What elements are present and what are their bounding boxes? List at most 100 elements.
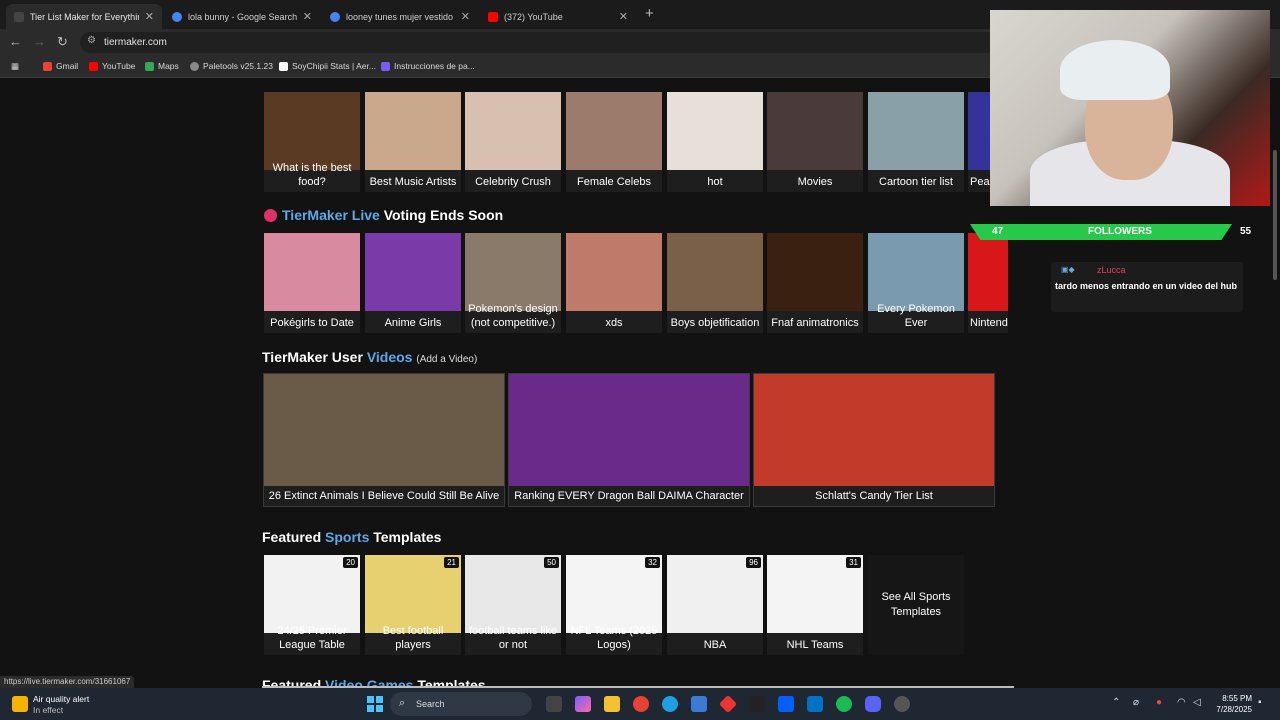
gmail-icon (43, 61, 52, 71)
copilot-icon[interactable] (575, 696, 591, 712)
template-card[interactable]: Best Music Artists (365, 92, 461, 192)
bookmark-instrucciones[interactable]: Instrucciones de pa... (381, 61, 475, 71)
card-label: Anime Girls (384, 317, 442, 329)
obs-icon[interactable] (894, 696, 910, 712)
sports-link[interactable]: Sports (325, 529, 369, 545)
bookmark-paletools[interactable]: Paletools v25.1.23 (190, 61, 273, 71)
live-template-card[interactable]: Nintend (968, 233, 1008, 333)
discord-icon[interactable] (865, 696, 881, 712)
template-card[interactable]: Movies (767, 92, 863, 192)
followers-label: FOLLOWERS (1088, 226, 1152, 237)
microphone-icon[interactable]: ● (1156, 697, 1162, 708)
app-icon[interactable] (749, 696, 765, 712)
live-template-card[interactable]: Pokemon's design (not competitive.) (465, 233, 561, 333)
sports-template-card[interactable]: 31 NHL Teams (767, 555, 863, 655)
close-tab-icon[interactable]: ✕ (619, 10, 628, 23)
card-label: football teams like or not (468, 625, 558, 651)
forward-arrow-icon[interactable]: → (33, 34, 46, 49)
address-bar[interactable]: ⚙ tiermaker.com (80, 32, 1000, 53)
tab-title: looney tunes mujer vestido ros (346, 11, 455, 22)
video-card[interactable]: 26 Extinct Animals I Believe Could Still… (263, 373, 505, 507)
taskbar-clock[interactable]: 8:55 PM 7/28/2025 (1212, 693, 1252, 715)
live-template-card[interactable]: Anime Girls (365, 233, 461, 333)
tab-tiermaker[interactable]: Tier List Maker for Everything - ✕ (6, 4, 162, 29)
template-card[interactable]: hot (667, 92, 763, 192)
dropbox-icon[interactable] (778, 696, 794, 712)
card-thumbnail (465, 92, 561, 170)
site-icon (279, 61, 288, 71)
windows-start-icon[interactable] (367, 696, 383, 712)
task-view-icon[interactable] (546, 696, 562, 712)
close-tab-icon[interactable]: ✕ (145, 10, 154, 23)
live-link[interactable]: TierMaker Live (282, 207, 380, 223)
sports-template-card[interactable]: 50 football teams like or not (465, 555, 561, 655)
bookmark-label: SoyChipii Stats | Aer... (292, 61, 376, 71)
taskbar-search[interactable]: ⌕ Search (390, 692, 532, 716)
weather-widget[interactable]: Air quality alert In effect (33, 694, 89, 716)
template-card[interactable]: Celebrity Crush (465, 92, 561, 192)
card-thumbnail (566, 233, 662, 311)
live-template-card[interactable]: Every Pokemon Ever (868, 233, 964, 333)
volume-icon[interactable]: ◁ (1193, 697, 1201, 708)
tab-google-search-2[interactable]: looney tunes mujer vestido ros ✕ (322, 4, 478, 29)
close-tab-icon[interactable]: ✕ (461, 10, 470, 23)
card-thumbnail (968, 92, 990, 170)
template-card[interactable]: Pea (968, 92, 990, 192)
address-url: tiermaker.com (104, 37, 167, 48)
sports-template-card[interactable]: 96 NBA (667, 555, 763, 655)
live-template-card[interactable]: Pokégirls to Date (264, 233, 360, 333)
list-icon (381, 61, 390, 71)
bookmark-label: Gmail (56, 61, 79, 71)
template-card[interactable]: What is the best food? (264, 92, 360, 192)
item-count-badge: 96 (746, 557, 761, 568)
card-label: Celebrity Crush (475, 176, 551, 188)
template-card[interactable]: Cartoon tier list (868, 92, 964, 192)
vertical-scrollbar[interactable] (1271, 80, 1279, 686)
store-icon[interactable] (691, 696, 707, 712)
network-off-icon[interactable]: ⌀ (1133, 697, 1139, 708)
wifi-icon[interactable]: ◠ (1177, 697, 1186, 708)
apps-grid-icon[interactable]: ▦ (11, 61, 19, 72)
tray-chevron-icon[interactable]: ⌃ (1112, 697, 1120, 708)
sports-template-card[interactable]: 21 Best football players (365, 555, 461, 655)
video-card[interactable]: Schlatt's Candy Tier List (753, 373, 995, 507)
live-template-card[interactable]: xds (566, 233, 662, 333)
see-all-sports-link[interactable]: See All Sports Templates (868, 555, 964, 655)
chrome-icon[interactable] (633, 696, 649, 712)
notification-bell-icon[interactable]: ▪ (1258, 697, 1262, 708)
tab-google-search[interactable]: lola bunny - Google Search ✕ (164, 4, 320, 29)
bookmark-youtube[interactable]: YouTube (89, 61, 135, 71)
outlook-icon[interactable] (807, 696, 823, 712)
tab-youtube[interactable]: (372) YouTube ✕ (480, 4, 636, 29)
template-card[interactable]: Female Celebs (566, 92, 662, 192)
bookmark-maps[interactable]: Maps (145, 61, 179, 71)
bookmark-gmail[interactable]: Gmail (43, 61, 78, 71)
spotify-icon[interactable] (836, 696, 852, 712)
videos-heading-prefix: TierMaker User (262, 349, 363, 365)
sports-heading-prefix: Featured (262, 529, 322, 545)
card-label: Fnaf animatronics (771, 317, 859, 329)
sports-template-card[interactable]: 32 NFL Teams (2025 Logos) (566, 555, 662, 655)
back-arrow-icon[interactable]: ← (9, 34, 22, 49)
scrollbar-thumb[interactable] (1273, 150, 1277, 280)
card-thumbnail (968, 233, 1008, 311)
air-quality-icon[interactable] (12, 696, 28, 712)
sports-template-card[interactable]: 20 24/25 Premier League Table (264, 555, 360, 655)
chat-text: tardo menos entrando en un video del hub (1055, 281, 1238, 291)
reload-icon[interactable]: ↻ (57, 34, 68, 50)
live-template-card[interactable]: Boys objetification (667, 233, 763, 333)
site-info-icon[interactable]: ⚙ (87, 35, 96, 46)
live-template-card[interactable]: Fnaf animatronics (767, 233, 863, 333)
new-tab-icon[interactable]: + (645, 5, 654, 22)
add-video-link[interactable]: (Add a Video) (416, 354, 477, 365)
edge-icon[interactable] (662, 696, 678, 712)
close-tab-icon[interactable]: ✕ (303, 10, 312, 23)
app-icon[interactable] (718, 694, 738, 714)
bookmark-soychipii[interactable]: SoyChipii Stats | Aer... (279, 61, 376, 71)
file-explorer-icon[interactable] (604, 696, 620, 712)
tab-title: lola bunny - Google Search (188, 11, 297, 22)
video-card[interactable]: Ranking EVERY Dragon Ball DAIMA Characte… (508, 373, 750, 507)
card-label: NBA (703, 639, 727, 651)
videos-link[interactable]: Videos (367, 349, 413, 365)
card-thumbnail (365, 92, 461, 170)
